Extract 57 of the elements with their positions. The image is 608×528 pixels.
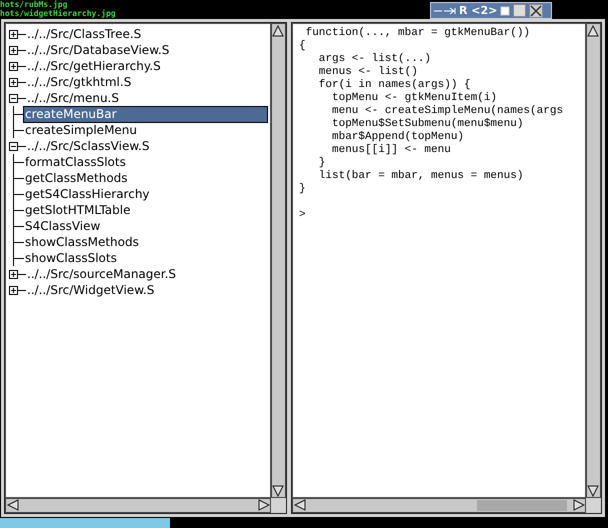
expand-icon[interactable] [9,46,18,54]
expand-icon[interactable] [9,30,18,38]
code-line: args <- list(...) [318,53,432,66]
arrow-down-icon[interactable] [272,484,285,497]
arrow-up-icon[interactable] [587,24,600,37]
tree-item[interactable]: createSimpleMenu [24,122,138,138]
tree-item[interactable]: ../../Src/getHierarchy.S [26,58,162,74]
close-icon[interactable] [529,4,544,18]
code-line: { [299,40,307,53]
code-line: menu <- createSimpleMenu(names(args [331,105,564,118]
tree-item[interactable]: showClassSlots [24,250,118,266]
collapse-icon[interactable] [9,94,18,102]
tree-item[interactable]: ../../Src/DatabaseView.S [26,42,170,58]
code-line: topMenu$SetSubmenu(menu$menu) [331,118,524,131]
tree-item[interactable]: formatClassSlots [24,154,127,170]
expand-icon[interactable] [9,286,18,294]
tree-item[interactable]: getSlotHTMLTable [24,202,132,218]
arrow-left-icon[interactable] [293,499,306,512]
expand-icon[interactable] [9,270,18,278]
horizontal-scrollbar[interactable] [5,498,271,513]
terminal-text: hots/widgetHierarchy.jpg [0,9,116,18]
minimize-icon[interactable] [500,6,510,16]
tree-item[interactable]: ../../Src/gtkhtml.S [26,74,132,90]
code-line: list(bar = mbar, menus = menus) [318,170,524,183]
tree-item[interactable]: S4ClassView [24,218,102,234]
tree-item[interactable]: ../../Src/sourceManager.S [26,266,178,282]
shade-icon[interactable] [434,6,456,14]
code-line: menus <- list() [318,66,419,79]
arrow-down-icon[interactable] [587,484,600,497]
window-title: R <2> [459,4,498,17]
tree-item[interactable]: ../../Src/SclassView.S [26,138,150,154]
code-line: } [318,157,326,170]
code-line: mbar$Append(topMenu) [331,131,466,144]
tree-item[interactable]: ../../Src/menu.S [26,90,120,106]
code-line: for(i in names(args)) { [318,79,472,92]
tree-item[interactable]: getS4ClassHierarchy [24,186,151,202]
arrow-right-icon[interactable] [572,499,585,512]
tree-item[interactable]: createMenuBar [24,106,267,122]
tree-item[interactable]: ../../Src/ClassTree.S [26,26,142,42]
tree-item[interactable]: ../../Src/WidgetView.S [26,282,156,298]
tree-item[interactable]: getClassMethods [24,170,129,186]
terminal-text: hots/rubMs.jpg [0,0,68,9]
code-line: menus[[i]] <- menu [331,144,452,157]
horizontal-scrollbar[interactable] [292,498,586,513]
code-line: function(..., mbar = gtkMenuBar()) [305,27,532,40]
tree-item[interactable]: showClassMethods [24,234,140,250]
arrow-up-icon[interactable] [272,24,285,37]
code-line: } [299,183,307,196]
vertical-scrollbar[interactable] [586,23,601,498]
expand-icon[interactable] [9,62,18,70]
expand-icon[interactable] [9,78,18,86]
arrow-left-icon[interactable] [6,499,19,512]
code-line: topMenu <- gtkMenuItem(i) [331,92,498,105]
vertical-scrollbar[interactable] [271,23,286,498]
collapse-icon[interactable] [9,142,18,150]
console-prompt: > [299,209,307,222]
arrow-right-icon[interactable] [257,499,270,512]
